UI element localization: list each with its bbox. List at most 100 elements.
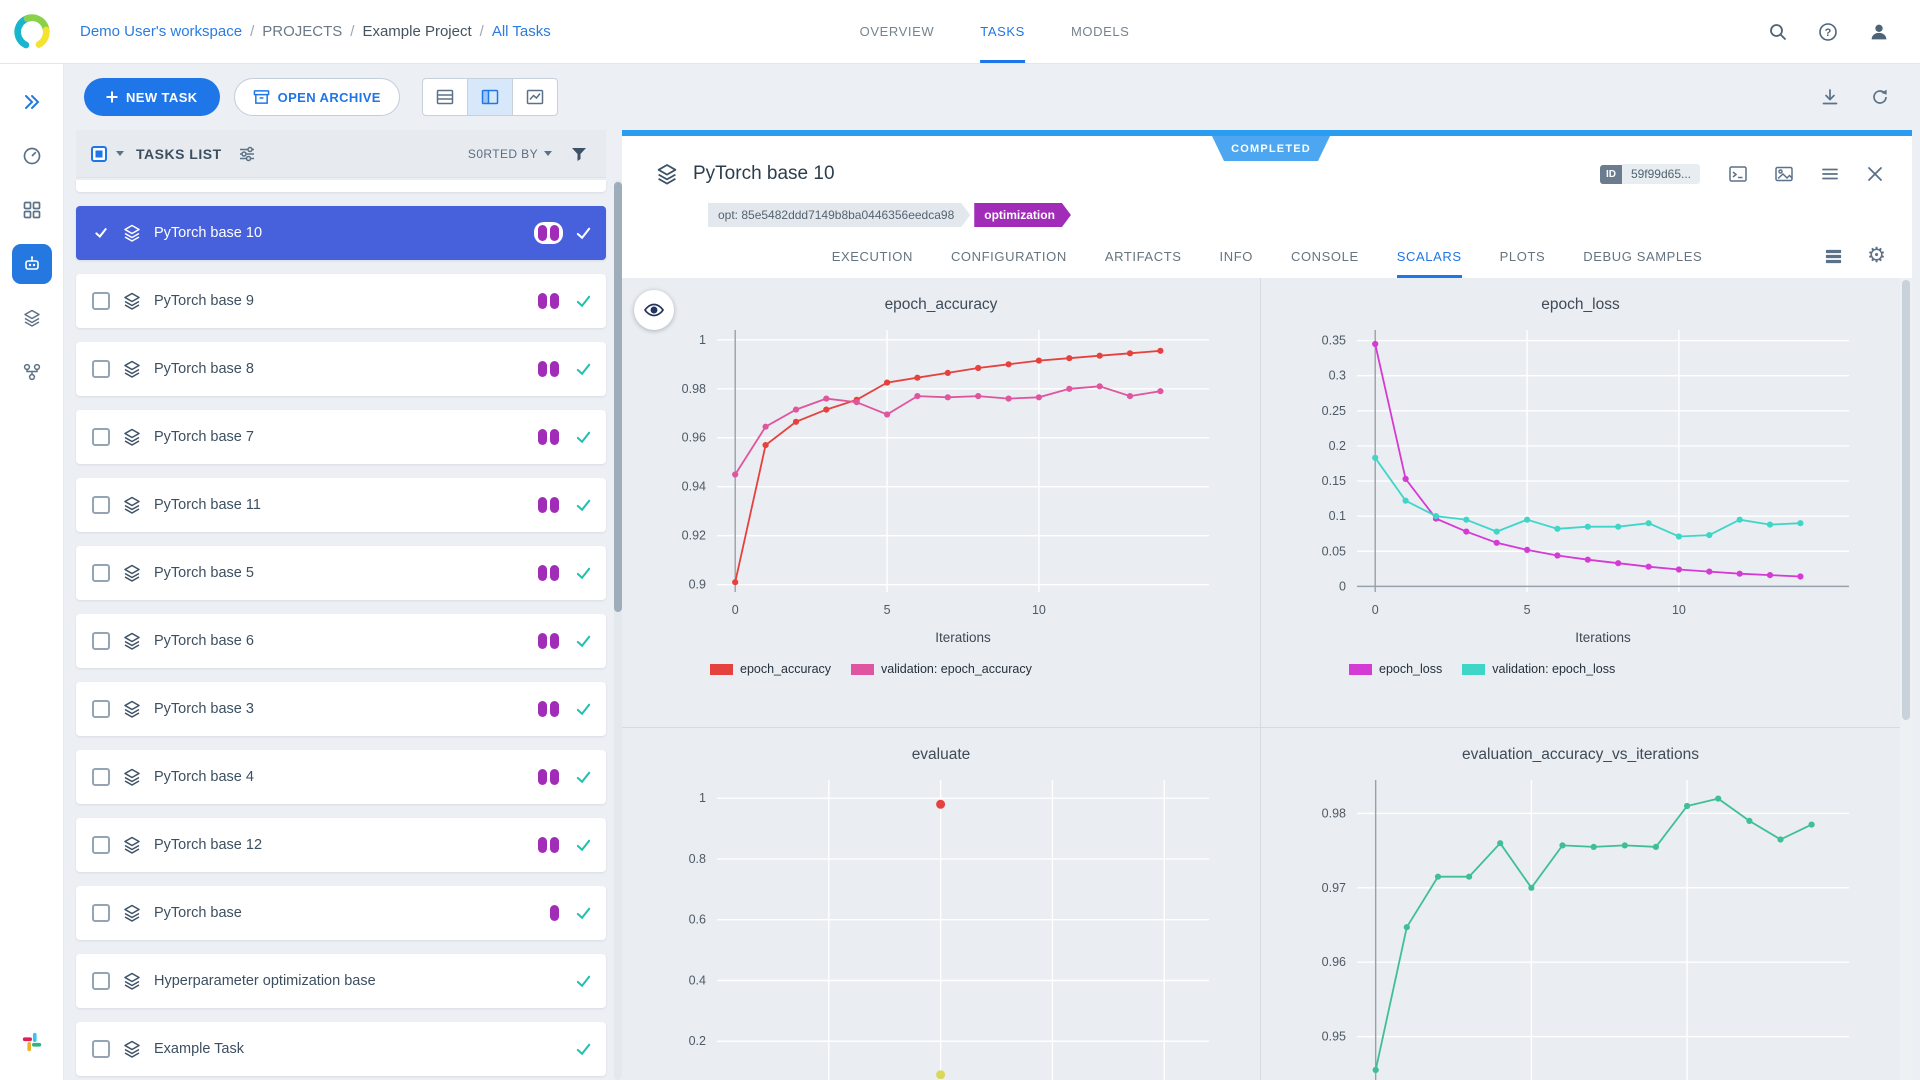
detail-tab-plots[interactable]: PLOTS [1500, 234, 1546, 278]
legend-label: epoch_accuracy [740, 662, 831, 676]
task-row[interactable]: Hyperparameter optimization base [76, 954, 606, 1008]
legend-item[interactable]: epoch_accuracy [710, 662, 831, 676]
task-checkbox[interactable] [92, 496, 110, 514]
detail-tab-info[interactable]: INFO [1220, 234, 1253, 278]
task-row[interactable]: PyTorch base 7 [76, 410, 606, 464]
metrics-table-icon[interactable] [1824, 247, 1843, 266]
clearml-logo-icon [11, 11, 53, 53]
expand-sidebar-icon[interactable] [12, 82, 52, 122]
task-row[interactable]: PyTorch base 5 [76, 546, 606, 600]
task-checkbox[interactable] [92, 292, 110, 310]
legend-item[interactable]: validation: epoch_accuracy [851, 662, 1032, 676]
help-icon[interactable]: ? [1818, 22, 1838, 42]
breadcrumb-item[interactable]: Demo User's workspace [80, 23, 242, 40]
close-icon[interactable] [1866, 165, 1884, 183]
task-checkbox[interactable] [92, 360, 110, 378]
detail-tab-console[interactable]: CONSOLE [1291, 234, 1359, 278]
svg-text:0.1: 0.1 [1328, 509, 1345, 523]
task-row[interactable]: PyTorch base 3 [76, 682, 606, 736]
select-mode-caret-icon[interactable] [116, 151, 124, 156]
topnav-tab-tasks[interactable]: TASKS [980, 0, 1025, 63]
customize-view-icon[interactable] [238, 145, 256, 163]
projects-icon[interactable] [12, 190, 52, 230]
search-icon[interactable] [1768, 22, 1788, 42]
task-checkbox[interactable] [92, 564, 110, 582]
chart-plot-area: 0.90.920.940.960.9810510Iterations [643, 318, 1239, 648]
task-row[interactable]: PyTorch base [76, 886, 606, 940]
task-checkbox[interactable] [92, 632, 110, 650]
legend-swatch [1349, 664, 1372, 675]
task-checkbox[interactable] [92, 700, 110, 718]
tasks-scrollbar-thumb[interactable] [614, 182, 622, 612]
pipelines-icon[interactable] [12, 352, 52, 392]
detail-tab-configuration[interactable]: CONFIGURATION [951, 234, 1067, 278]
chart-view-button[interactable] [512, 78, 558, 116]
slack-community-icon[interactable] [21, 1031, 43, 1058]
table-view-button[interactable] [422, 78, 468, 116]
topnav-tab-overview[interactable]: OVERVIEW [860, 0, 935, 63]
new-task-button[interactable]: NEW TASK [84, 78, 220, 116]
topnav-tab-models[interactable]: MODELS [1071, 0, 1130, 63]
tag-optimization[interactable]: optimization [974, 203, 1071, 227]
applications-icon[interactable] [12, 244, 52, 284]
tasks-scrollbar[interactable] [614, 180, 622, 1080]
menu-icon[interactable] [1820, 164, 1840, 184]
split-view-button[interactable] [467, 78, 513, 116]
user-avatar[interactable] [1868, 21, 1890, 43]
task-checkbox[interactable] [92, 836, 110, 854]
tag-pill [550, 769, 559, 785]
task-id-value[interactable]: 59f99d65... [1622, 164, 1700, 184]
breadcrumb-item[interactable]: All Tasks [492, 23, 551, 40]
task-checkbox[interactable] [92, 1040, 110, 1058]
auto-refresh-icon[interactable] [1870, 87, 1890, 107]
task-row[interactable]: PyTorch base 11 [76, 478, 606, 532]
task-type-icon [655, 162, 679, 186]
detail-tab-artifacts[interactable]: ARTIFACTS [1105, 234, 1182, 278]
task-checkbox[interactable] [92, 768, 110, 786]
hide-metrics-eye-button[interactable] [634, 290, 674, 330]
detail-tab-scalars[interactable]: SCALARS [1397, 234, 1462, 278]
task-row[interactable]: PyTorch base 9 [76, 274, 606, 328]
debug-image-icon[interactable] [1774, 164, 1794, 184]
chart-epoch-loss[interactable]: epoch_loss 00.050.10.150.20.250.30.35051… [1261, 278, 1900, 728]
legend-item[interactable]: epoch_loss [1349, 662, 1442, 676]
download-icon[interactable] [1820, 87, 1840, 107]
task-row[interactable]: PyTorch base 10 [76, 206, 606, 260]
task-type-icon [122, 1039, 142, 1059]
detail-tab-debug-samples[interactable]: DEBUG SAMPLES [1583, 234, 1702, 278]
task-checkbox[interactable] [92, 904, 110, 922]
detail-scrollbar-thumb[interactable] [1902, 280, 1910, 720]
svg-text:0.35: 0.35 [1321, 334, 1345, 348]
chart-evaluation-accuracy-vs-iterations[interactable]: evaluation_accuracy_vs_iterations 0.950.… [1261, 728, 1900, 1080]
filter-icon[interactable] [570, 145, 588, 163]
settings-gear-icon[interactable]: ⚙ [1867, 246, 1886, 266]
sorted-by-dropdown[interactable]: S0RTED BY [468, 147, 552, 161]
task-checkbox[interactable] [92, 428, 110, 446]
task-row[interactable]: Example Task [76, 1022, 606, 1076]
clearml-logo[interactable] [0, 11, 64, 53]
task-checkbox[interactable] [92, 224, 110, 242]
task-row[interactable]: PyTorch base 6 [76, 614, 606, 668]
svg-text:0.3: 0.3 [1328, 369, 1345, 383]
svg-text:0.94: 0.94 [682, 480, 706, 494]
tasks-list-header: TASKS LIST S0RTED BY [76, 130, 606, 178]
open-archive-button[interactable]: OPEN ARCHIVE [234, 78, 400, 116]
chart-evaluate[interactable]: evaluate 0.20.40.60.81 [622, 728, 1261, 1080]
tag-opt-hash[interactable]: opt: 85e5482ddd7149b8ba0446356eedca98 [708, 203, 970, 227]
task-tag-pills [534, 630, 563, 652]
detail-scrollbar[interactable] [1900, 278, 1912, 1080]
svg-text:0: 0 [732, 603, 739, 617]
open-archive-label: OPEN ARCHIVE [278, 90, 381, 105]
dashboard-icon[interactable] [12, 136, 52, 176]
select-all-checkbox[interactable] [90, 145, 108, 163]
legend-item[interactable]: validation: epoch_loss [1462, 662, 1615, 676]
task-row[interactable]: PyTorch base 4 [76, 750, 606, 804]
detail-tabs: EXECUTION CONFIGURATION ARTIFACTS INFO CONSO… [622, 234, 1912, 278]
task-row[interactable]: PyTorch base 8 [76, 342, 606, 396]
chart-epoch-accuracy[interactable]: epoch_accuracy 0.90.920.940.960.9810510I… [622, 278, 1261, 728]
output-console-icon[interactable] [1728, 164, 1748, 184]
task-row[interactable]: PyTorch base 12 [76, 818, 606, 872]
datasets-icon[interactable] [12, 298, 52, 338]
detail-tab-execution[interactable]: EXECUTION [832, 234, 913, 278]
task-checkbox[interactable] [92, 972, 110, 990]
